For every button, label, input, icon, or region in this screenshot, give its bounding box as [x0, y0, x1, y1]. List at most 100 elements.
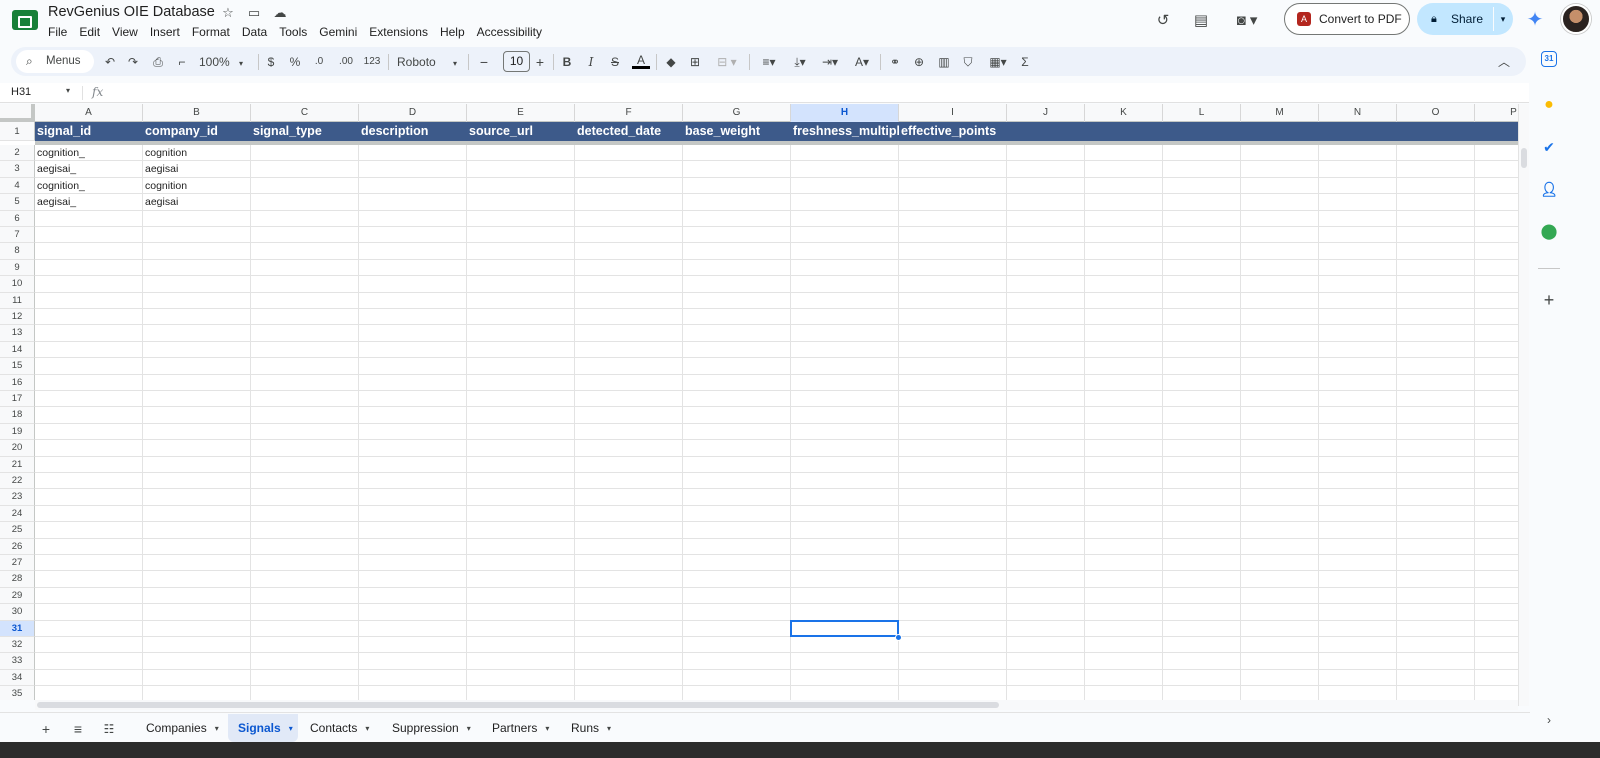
column-header-d[interactable]: D: [359, 104, 467, 122]
share-dropdown-icon[interactable]: ▾: [1496, 3, 1510, 35]
selected-cell[interactable]: [790, 619, 899, 637]
grid-cells[interactable]: cognition_ cognition aegisai_ aegisai cognit…: [35, 145, 1518, 700]
column-header-o[interactable]: O: [1397, 104, 1475, 122]
menu-file[interactable]: File: [48, 24, 74, 40]
horizontal-scroll-thumb[interactable]: [37, 702, 999, 708]
filter-views-icon[interactable]: ▦▾: [984, 53, 1012, 71]
chevron-down-icon[interactable]: ▾: [289, 715, 293, 743]
decrease-decimal-button[interactable]: .0: [311, 53, 327, 71]
star-icon[interactable]: ☆: [219, 5, 237, 21]
gemini-icon[interactable]: ✦: [1523, 8, 1547, 32]
row-header[interactable]: 4: [0, 177, 35, 195]
column-header-j[interactable]: J: [1007, 104, 1085, 122]
header-cell[interactable]: source_url: [467, 122, 575, 141]
row-header[interactable]: 3: [0, 161, 35, 178]
header-cell[interactable]: detected_date: [575, 122, 683, 141]
row-header[interactable]: 27: [0, 555, 35, 572]
column-header-n[interactable]: N: [1319, 104, 1397, 122]
strikethrough-icon[interactable]: S: [608, 53, 622, 71]
font-select[interactable]: Roboto ▾: [397, 53, 461, 71]
chevron-down-icon[interactable]: ▾: [215, 715, 219, 743]
increase-decimal-button[interactable]: .00: [336, 53, 356, 71]
row-header[interactable]: 23: [0, 489, 35, 506]
insert-chart-icon[interactable]: ▥: [936, 53, 952, 71]
menus-search-button[interactable]: ⌕ Menus: [16, 50, 94, 73]
menu-gemini[interactable]: Gemini: [319, 24, 364, 40]
add-sheet-icon[interactable]: +: [36, 719, 56, 739]
insert-link-icon[interactable]: ⚭: [887, 53, 903, 71]
row-header[interactable]: 14: [0, 341, 35, 359]
sheet-tab-partners[interactable]: Partners ▾: [482, 714, 559, 742]
column-header-g[interactable]: G: [683, 104, 791, 122]
data-cell[interactable]: cognition_: [35, 178, 143, 194]
percent-format-button[interactable]: %: [288, 53, 302, 71]
column-header-f[interactable]: F: [575, 104, 683, 122]
header-cell[interactable]: freshness_multipl: [791, 122, 899, 141]
header-cell[interactable]: effective_points: [899, 122, 1007, 141]
sheet-tab-signals[interactable]: Signals ▾: [228, 714, 298, 742]
zoom-select[interactable]: 100% ▾: [199, 53, 251, 71]
decrease-font-size-button[interactable]: −: [477, 53, 491, 71]
keep-icon[interactable]: ●: [1538, 94, 1560, 116]
fill-handle[interactable]: [895, 634, 902, 641]
row-header[interactable]: 5: [0, 194, 35, 211]
text-wrapping-icon[interactable]: ⇥▾: [817, 53, 843, 71]
move-folder-icon[interactable]: ▭: [245, 5, 263, 21]
filter-icon[interactable]: ⛉: [960, 53, 976, 71]
column-header-k[interactable]: K: [1085, 104, 1163, 122]
vertical-scroll-thumb[interactable]: [1521, 148, 1527, 168]
vertical-scrollbar[interactable]: [1518, 104, 1529, 706]
convert-to-pdf-button[interactable]: A Convert to PDF: [1284, 3, 1410, 35]
menu-format[interactable]: Format: [192, 24, 237, 40]
sheet-tab-suppression[interactable]: Suppression ▾: [382, 714, 480, 742]
paint-format-icon[interactable]: ⌐: [174, 53, 190, 71]
fill-color-icon[interactable]: ◆: [663, 53, 679, 71]
sheet-list-icon[interactable]: ☷: [99, 719, 119, 739]
select-all-corner[interactable]: [0, 104, 35, 122]
tasks-icon[interactable]: ✔: [1538, 136, 1560, 158]
row-header[interactable]: 17: [0, 391, 35, 408]
version-history-icon[interactable]: ↺: [1152, 10, 1174, 32]
maps-icon[interactable]: ⬤: [1538, 221, 1560, 243]
redo-icon[interactable]: ↷: [125, 53, 141, 71]
chevron-down-icon[interactable]: ▾: [66, 86, 70, 95]
number-format-button[interactable]: 123: [362, 53, 382, 71]
row-header[interactable]: 15: [0, 358, 35, 375]
horizontal-scrollbar[interactable]: [35, 700, 1518, 710]
data-cell[interactable]: aegisai: [143, 194, 251, 210]
currency-format-button[interactable]: $: [265, 53, 277, 71]
menu-edit[interactable]: Edit: [79, 24, 107, 40]
menu-extensions[interactable]: Extensions: [369, 24, 435, 40]
row-header[interactable]: 18: [0, 407, 35, 424]
font-size-input[interactable]: 10: [503, 51, 530, 72]
row-header[interactable]: 8: [0, 243, 35, 260]
row-header[interactable]: 19: [0, 423, 35, 441]
expand-panel-icon[interactable]: ›: [1538, 709, 1560, 731]
borders-icon[interactable]: ⊞: [687, 53, 703, 71]
meet-video-icon[interactable]: ◙ ▾: [1230, 10, 1264, 32]
functions-button[interactable]: Σ: [1018, 53, 1032, 71]
increase-font-size-button[interactable]: +: [533, 53, 547, 71]
row-header[interactable]: 35: [0, 686, 35, 700]
data-cell[interactable]: cognition: [143, 145, 251, 161]
collapse-toolbar-icon[interactable]: ︿: [1498, 53, 1510, 70]
cloud-status-icon[interactable]: ☁: [271, 5, 289, 21]
row-header[interactable]: 33: [0, 653, 35, 670]
merge-cells-icon[interactable]: ⊟ ▾: [711, 53, 743, 71]
share-button[interactable]: 🔒︎ Share: [1417, 3, 1493, 35]
column-header-m[interactable]: M: [1241, 104, 1319, 122]
add-addon-icon[interactable]: +: [1538, 289, 1560, 311]
data-cell[interactable]: aegisai_: [35, 194, 143, 210]
row-header[interactable]: 13: [0, 325, 35, 342]
row-header[interactable]: 2: [0, 145, 35, 162]
header-cell[interactable]: description: [359, 122, 467, 141]
text-rotation-icon[interactable]: A▾: [849, 53, 875, 71]
text-color-icon[interactable]: A: [632, 53, 650, 69]
row-header[interactable]: 10: [0, 276, 35, 293]
data-cell[interactable]: aegisai: [143, 161, 251, 177]
row-header[interactable]: 26: [0, 538, 35, 555]
column-header-p[interactable]: P: [1475, 104, 1518, 122]
data-cell[interactable]: aegisai_: [35, 161, 143, 177]
menu-data[interactable]: Data: [242, 24, 274, 40]
menu-accessibility[interactable]: Accessibility: [477, 24, 549, 40]
